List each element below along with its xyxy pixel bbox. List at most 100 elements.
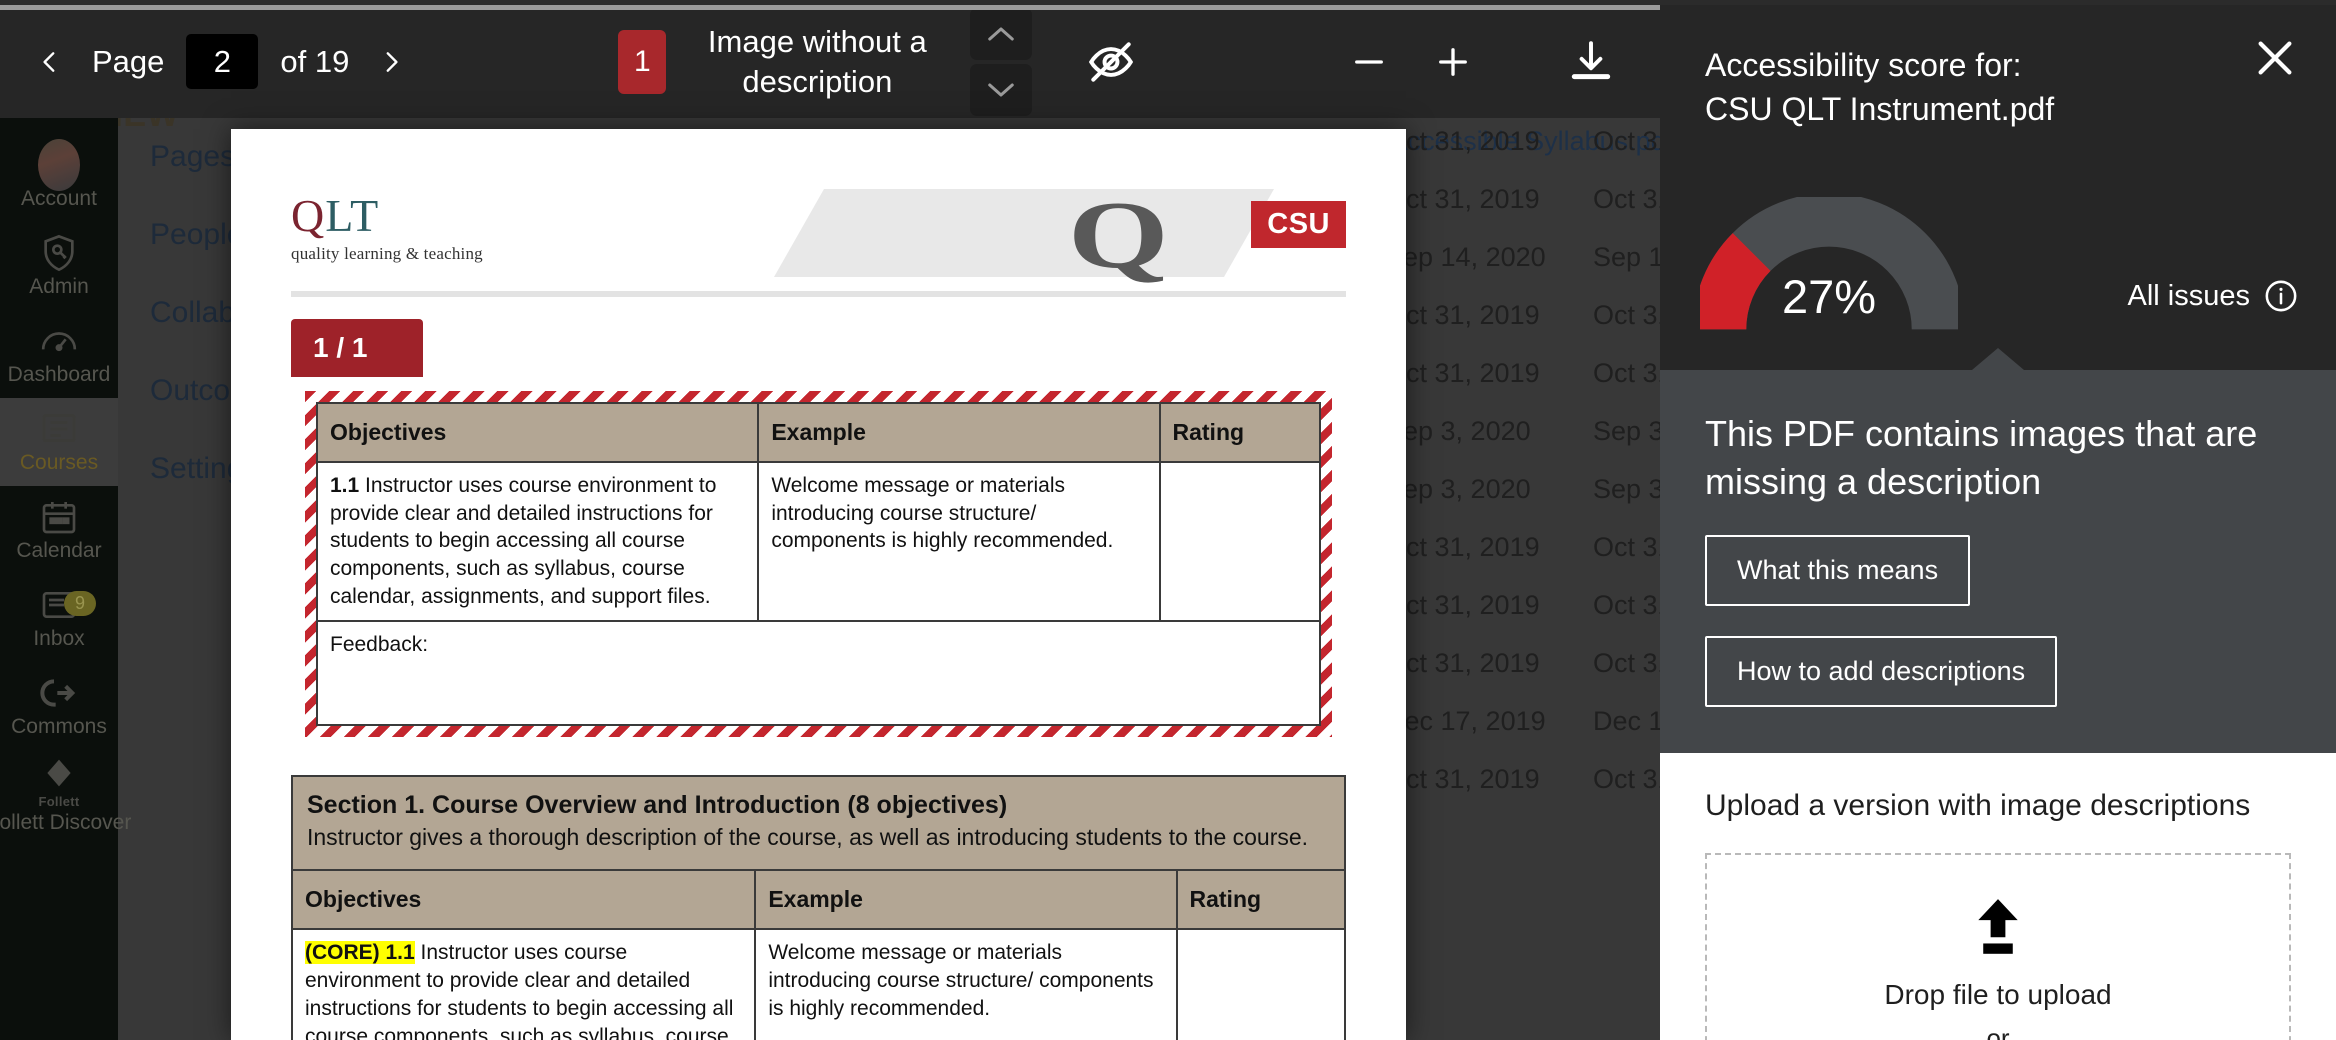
- sidebar-item-label: Admin: [29, 275, 89, 299]
- table-row: 1.1 Instructor uses course environment t…: [315, 460, 1321, 623]
- objectives-table-bottom: Objectives Example Rating (CORE) 1.1 Ins…: [290, 869, 1346, 1040]
- issue-headline: This PDF contains images that are missin…: [1705, 413, 2258, 502]
- page-number-input[interactable]: 2: [186, 34, 259, 89]
- sidebar-item-admin[interactable]: Admin: [0, 222, 118, 310]
- feedback-label: Feedback:: [316, 620, 1321, 727]
- column-header-objectives: Objectives: [315, 402, 760, 463]
- accessibility-score-panel: Accessibility score for: CSU QLT Instrum…: [1660, 5, 2336, 1040]
- files-created-column: Oct 31, 2019 Oct 31, 2019 Sep 14, 2020 O…: [1385, 112, 1546, 808]
- page-total-label: of 19: [280, 43, 350, 79]
- sidebar-item-courses[interactable]: Courses: [0, 398, 118, 486]
- current-issue-indicator: 1 Image without a description: [618, 22, 942, 101]
- sidebar-item-label: Calendar: [16, 539, 102, 563]
- qlt-logo-l: L: [325, 190, 351, 241]
- core-tag: (CORE) 1.1: [305, 940, 415, 964]
- avatar-icon: [38, 139, 80, 192]
- dropzone-text: Drop file to upload: [1884, 978, 2112, 1010]
- sidebar-item-label: Dashboard: [7, 363, 111, 387]
- table-cell-date: Oct 31, 2019: [1385, 358, 1540, 388]
- sidebar-item-commons[interactable]: Commons: [0, 662, 118, 750]
- chevron-down-icon[interactable]: [970, 63, 1033, 116]
- page-label: Page: [92, 43, 165, 79]
- qlt-swoosh-graphic: [774, 189, 1274, 277]
- cell-rating: [1158, 460, 1321, 623]
- upload-heading: Upload a version with image descriptions: [1705, 789, 2251, 823]
- qlt-header-banner: QLT quality learning & teaching Q CSU: [291, 181, 1346, 297]
- table-header-row: Objectives Example Rating: [315, 402, 1321, 463]
- example-text: Welcome message or materials introducing…: [768, 940, 1154, 1020]
- upload-section: Upload a version with image descriptions…: [1660, 753, 2336, 1040]
- plus-icon[interactable]: [1426, 35, 1480, 89]
- sidebar-item-label: Follett Discover: [0, 811, 132, 835]
- table-header-row: Objectives Example Rating: [290, 869, 1346, 930]
- minus-icon[interactable]: [1342, 35, 1396, 89]
- qlt-logo-t: T: [350, 190, 380, 241]
- global-navigation[interactable]: Account Admin Dashboard Courses Calendar…: [0, 118, 131, 1040]
- zoom-controls: [1342, 35, 1480, 89]
- table-cell-date: Sep 3, 2020: [1385, 416, 1531, 446]
- follett-diamond-icon: [38, 753, 80, 793]
- cell-objective: 1.1 Instructor uses course environment t…: [315, 460, 760, 623]
- issue-detail-section: This PDF contains images that are missin…: [1660, 370, 2336, 754]
- follett-wordmark: Follett: [38, 794, 80, 810]
- table-cell-date: Oct 31, 2019: [1385, 590, 1540, 620]
- inbox-unread-badge: 9: [63, 590, 96, 616]
- all-issues-link[interactable]: All issues: [2128, 279, 2299, 313]
- table-cell-date: Oct 31, 2019: [1385, 300, 1540, 330]
- table-cell-date: Dec 17, 2019: [1385, 706, 1546, 736]
- column-header-rating: Rating: [1158, 402, 1321, 463]
- toolbar-top-divider: [0, 5, 1660, 10]
- banner-rule: [291, 291, 1346, 297]
- panel-score-label: Accessibility score for:: [1705, 47, 2022, 83]
- panel-file-name: CSU QLT Instrument.pdf: [1705, 91, 2055, 128]
- sidebar-item-inbox[interactable]: 9 Inbox: [0, 574, 118, 662]
- qlt-logo-q: Q: [291, 190, 326, 241]
- cell-example: Welcome message or materials introducing…: [754, 927, 1178, 1040]
- objective-number: 1.1: [330, 473, 360, 497]
- score-percent: 27%: [1781, 270, 1877, 324]
- upload-icon: [1967, 893, 2029, 957]
- table-cell-date: Oct 31, 2019: [1385, 648, 1540, 678]
- what-this-means-button[interactable]: What this means: [1705, 535, 1971, 607]
- pdf-page-preview[interactable]: QLT quality learning & teaching Q CSU 1 …: [231, 129, 1406, 1040]
- flagged-region-highlight: Objectives Example Rating 1.1 Instructor…: [291, 377, 1346, 751]
- commons-arrow-icon: [38, 673, 80, 713]
- eye-off-icon[interactable]: [1086, 37, 1136, 87]
- gauge-icon: [38, 321, 80, 361]
- objective-text: Instructor uses course environment to pr…: [330, 473, 717, 609]
- feedback-row: Feedback:: [316, 620, 1321, 727]
- score-gauge-area: 27% All issues: [1660, 197, 2336, 351]
- download-icon[interactable]: [1566, 37, 1616, 87]
- column-header-rating: Rating: [1175, 869, 1346, 930]
- close-icon[interactable]: [2252, 35, 2298, 81]
- table-row: (CORE) 1.1 Instructor uses course enviro…: [290, 927, 1346, 1040]
- qlt-swoosh-letter: Q: [1068, 181, 1170, 288]
- sidebar-item-account[interactable]: Account: [0, 134, 118, 222]
- file-dropzone[interactable]: Drop file to upload or: [1705, 853, 2291, 1040]
- column-header-example: Example: [754, 869, 1178, 930]
- panel-header: Accessibility score for: CSU QLT Instrum…: [1660, 5, 2336, 370]
- sidebar-item-follett-discover[interactable]: Follett Follett Discover: [0, 750, 131, 838]
- table-cell-date: Oct 31, 2019: [1385, 184, 1540, 214]
- sidebar-item-dashboard[interactable]: Dashboard: [0, 310, 118, 398]
- pdf-preview-toolbar: Page 2 of 19 1 Image without a descripti…: [0, 5, 1660, 118]
- sidebar-item-label: Inbox: [33, 627, 85, 651]
- all-issues-label: All issues: [2127, 279, 2251, 312]
- cell-rating: [1175, 927, 1346, 1040]
- sidebar-item-calendar[interactable]: Calendar: [0, 486, 118, 574]
- objectives-table-top: Objectives Example Rating 1.1 Instructor…: [315, 402, 1321, 727]
- table-cell-date: Oct 31, 2019: [1385, 126, 1540, 156]
- table-cell-date: Oct 31, 2019: [1385, 532, 1540, 562]
- chevron-up-icon[interactable]: [970, 7, 1033, 60]
- page-navigation: Page 2 of 19: [30, 34, 411, 89]
- screen-root: REVIEW Account Admin Dashboard: [0, 0, 2336, 1040]
- how-to-add-descriptions-button[interactable]: How to add descriptions: [1705, 636, 2058, 708]
- table-cell-date: Oct 31, 2019: [1385, 764, 1540, 794]
- chevron-left-icon[interactable]: [30, 36, 70, 88]
- section-subtitle: Instructor gives a thorough description …: [307, 824, 1309, 851]
- issue-title: Image without a description: [707, 23, 927, 99]
- csu-logo: CSU: [1251, 201, 1346, 248]
- sidebar-item-label: Commons: [11, 715, 107, 739]
- info-icon[interactable]: [2264, 279, 2298, 313]
- chevron-right-icon[interactable]: [371, 36, 411, 88]
